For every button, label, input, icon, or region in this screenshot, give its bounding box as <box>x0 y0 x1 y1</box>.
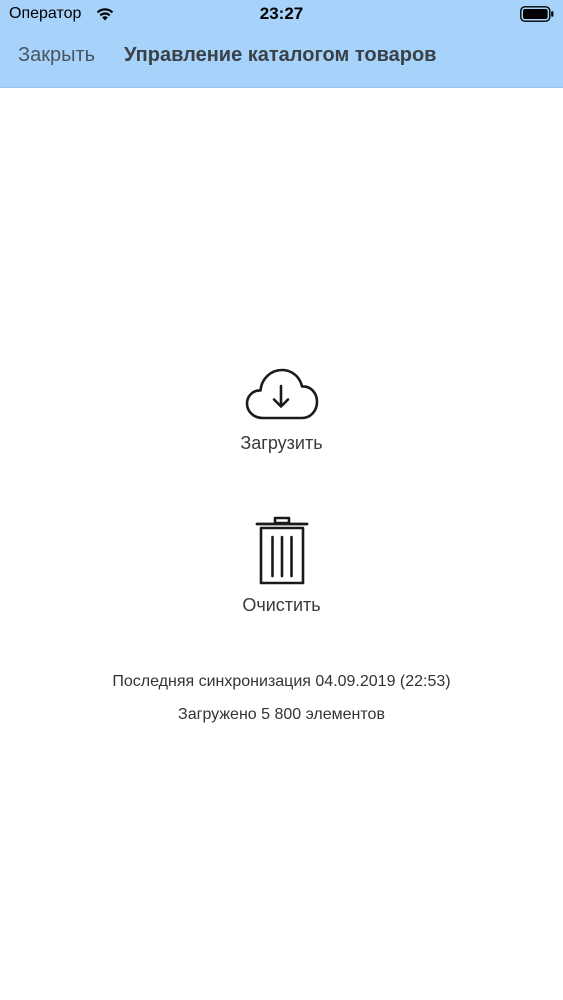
clear-label: Очистить <box>242 595 321 615</box>
clock-time: 23:27 <box>259 4 304 23</box>
clear-button[interactable]: Очистить <box>0 516 563 616</box>
last-sync-text: Последняя синхронизация 04.09.2019 (22:5… <box>112 673 451 690</box>
cloud-download-icon <box>245 368 318 420</box>
download-button[interactable]: Загрузить <box>0 366 563 454</box>
loaded-count-text: Загружено 5 800 элементов <box>178 706 385 723</box>
navigation-bar: Закрыть Управление каталогом товаров <box>0 30 563 88</box>
battery-icon <box>520 6 554 22</box>
download-label: Загрузить <box>240 433 323 453</box>
close-button[interactable]: Закрыть <box>18 44 95 67</box>
top-bar: Оператор 23:27 Закрыть Управление катало… <box>0 0 563 88</box>
page-title: Управление каталогом товаров <box>124 44 437 66</box>
status-bar: Оператор 23:27 <box>0 0 563 30</box>
trash-icon <box>255 516 308 585</box>
